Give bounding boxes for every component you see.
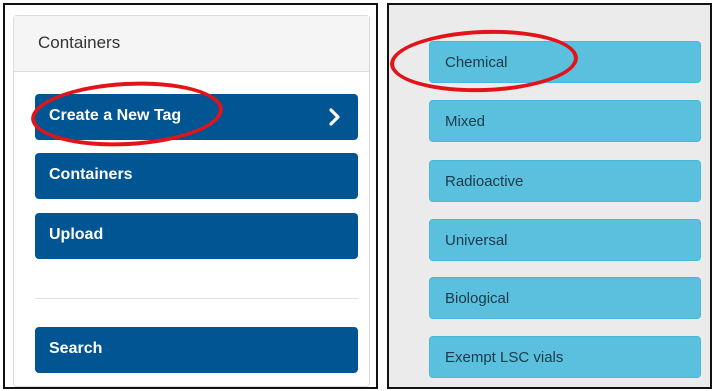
create-new-tag-button[interactable]: Create a New Tag xyxy=(35,94,358,140)
tag-type-label: Biological xyxy=(445,290,510,307)
tag-type-biological-button[interactable]: Biological xyxy=(429,277,701,319)
tag-type-label: Exempt LSC vials xyxy=(445,349,564,366)
containers-button-label: Containers xyxy=(49,166,133,183)
search-button-label: Search xyxy=(49,340,103,357)
tag-type-label: Radioactive xyxy=(445,173,524,190)
tag-type-panel: Chemical Mixed Radioactive Universal Bio… xyxy=(387,3,712,389)
chevron-right-icon xyxy=(329,108,340,126)
search-button[interactable]: Search xyxy=(35,327,358,373)
tag-type-mixed-button[interactable]: Mixed xyxy=(429,100,701,142)
divider xyxy=(35,298,358,299)
screenshot-composite: Containers Create a New Tag Containers U… xyxy=(0,0,715,391)
tag-type-exempt-lsc-vials-button[interactable]: Exempt LSC vials xyxy=(429,336,701,378)
containers-panel: Containers Create a New Tag Containers U… xyxy=(3,3,378,389)
containers-button[interactable]: Containers xyxy=(35,153,358,199)
tag-type-label: Universal xyxy=(445,232,508,249)
upload-button-label: Upload xyxy=(49,226,104,243)
tag-type-chemical-button[interactable]: Chemical xyxy=(429,41,701,83)
tag-type-label: Chemical xyxy=(445,54,508,71)
tag-type-label: Mixed xyxy=(445,113,486,130)
create-new-tag-label: Create a New Tag xyxy=(49,107,182,124)
tag-type-radioactive-button[interactable]: Radioactive xyxy=(429,160,701,202)
containers-card: Containers Create a New Tag Containers U… xyxy=(13,15,370,387)
upload-button[interactable]: Upload xyxy=(35,213,358,259)
card-header-title: Containers xyxy=(14,16,369,72)
tag-type-universal-button[interactable]: Universal xyxy=(429,219,701,261)
